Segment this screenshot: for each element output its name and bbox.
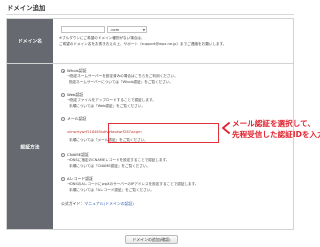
- whois-radio[interactable]: [61, 69, 65, 73]
- domain-label-text: ドメイン名: [18, 39, 42, 45]
- manual-prefix: 公式ガイド：: [61, 201, 85, 206]
- whois-option-label[interactable]: Whois認証: [67, 68, 87, 73]
- left-arrow-icon: [222, 122, 230, 134]
- arec-option-label[interactable]: Aレコード認証: [67, 176, 93, 181]
- mail-highlight-box: [108, 123, 219, 143]
- annotation-line-1: メール認証を選択して、: [232, 119, 315, 128]
- cname-radio[interactable]: [61, 153, 65, 157]
- domain-row-label: ドメイン名: [7, 19, 53, 63]
- domain-name-input[interactable]: [61, 26, 105, 33]
- page-title: ドメイン追加: [7, 5, 46, 12]
- tld-select-value: .com: [110, 27, 120, 32]
- arec-radio[interactable]: [61, 177, 65, 181]
- cname-option-label[interactable]: CNAME認証: [67, 152, 89, 157]
- manual-line: 公式ガイド：マニュアル(ドメインの認証): [61, 201, 134, 206]
- mail-option-label[interactable]: メール認証: [67, 116, 86, 121]
- chevron-down-icon: ▼: [142, 28, 145, 32]
- method-label-text: 認証方法: [20, 145, 40, 150]
- web-option-label[interactable]: Web認証: [67, 92, 83, 97]
- method-row-label: 認証方法: [7, 64, 53, 229]
- arec-desc-1: →DNSのAレコードにwpXのサーバーのIPアドレスを設定することで認証します。: [67, 182, 199, 186]
- annotation-line-2: 先程受信した認証IDを入力。: [232, 130, 320, 139]
- domain-help-1: ※プルダウンにご希望のドメイン種別がない場合は、: [59, 36, 145, 40]
- web-desc-2: 手順については『Web認証』をご覧ください。: [69, 104, 145, 108]
- mail-radio[interactable]: [61, 117, 65, 121]
- web-desc-1: →指定ファイルをアップロードすることで認証します。: [67, 98, 156, 102]
- tld-select[interactable]: .com ▼: [107, 26, 147, 33]
- whois-desc-2: 指定ネームサーバーについては『Whois認証』をご覧ください。: [69, 80, 174, 84]
- cname-desc-1: →DNSに指定のCNAMEレコードを設定することで認証します。: [67, 158, 170, 162]
- whois-desc-1: →指定ネームサーバーを設定済みの場合はこちらをご利用ください。: [67, 74, 178, 78]
- web-radio[interactable]: [61, 93, 65, 97]
- domain-help-2: ご希望のドメイン名をお書きおえの上、サポート（support@wpx.ne.jp…: [59, 42, 227, 46]
- add-domain-confirm-button[interactable]: ドメインの追加(確認): [125, 235, 178, 244]
- manual-link[interactable]: マニュアル(ドメインの認証): [84, 201, 134, 206]
- page-heading: ドメイン追加: [6, 3, 294, 15]
- cname-desc-2: 手順については『CNAME認証』をご覧ください。: [69, 164, 151, 168]
- page: ドメイン追加 ドメイン名 .com ▼ ※プルダウンにご希望のドメイン種別がない…: [0, 0, 320, 247]
- arec-desc-2: 手順については『Aレコード認証』をご覧ください。: [69, 188, 154, 192]
